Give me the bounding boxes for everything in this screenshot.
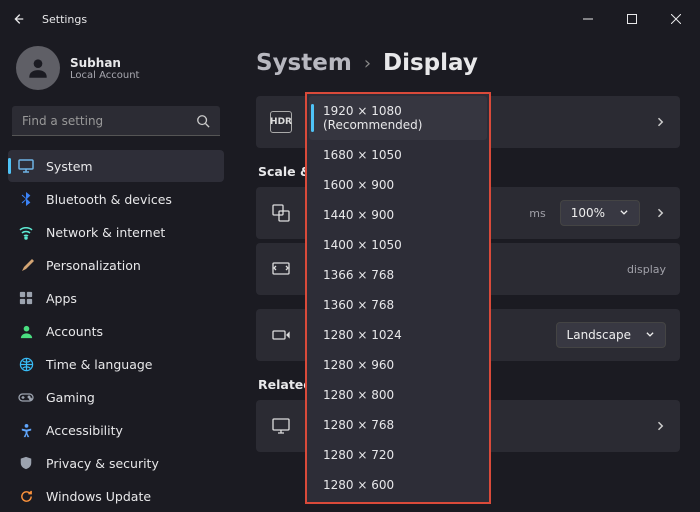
nav-label: Accounts (46, 324, 103, 339)
sidebar: Subhan Local Account System Bluetooth & … (0, 38, 232, 509)
nav-item-update[interactable]: Windows Update (8, 480, 224, 512)
nav-label: Privacy & security (46, 456, 159, 471)
nav-label: Windows Update (46, 489, 151, 504)
hdr-icon: HDR (270, 111, 292, 133)
nav-item-time[interactable]: Time & language (8, 348, 224, 380)
app-title: Settings (42, 13, 87, 26)
orientation-dropdown[interactable]: Landscape (556, 322, 666, 348)
chevron-right-icon: › (364, 53, 371, 74)
nav-label: Gaming (46, 390, 95, 405)
scale-value: 100% (571, 206, 605, 220)
update-icon (18, 488, 34, 504)
nav-label: Personalization (46, 258, 141, 273)
nav-item-apps[interactable]: Apps (8, 282, 224, 314)
nav-label: Accessibility (46, 423, 123, 438)
bluetooth-icon (18, 191, 34, 207)
nav-item-bluetooth[interactable]: Bluetooth & devices (8, 183, 224, 215)
nav: System Bluetooth & devices Network & int… (8, 150, 224, 512)
orientation-icon (270, 324, 292, 346)
resolution-option[interactable]: 1366 × 768 (309, 260, 487, 290)
nav-item-personalization[interactable]: Personalization (8, 249, 224, 281)
resolution-option[interactable]: 1360 × 768 (309, 290, 487, 320)
titlebar-left: Settings (8, 9, 566, 29)
nav-label: Network & internet (46, 225, 165, 240)
nav-item-system[interactable]: System (8, 150, 224, 182)
page-title: Display (383, 50, 478, 76)
apps-icon (18, 290, 34, 306)
resolution-option[interactable]: 1400 × 1050 (309, 230, 487, 260)
resolution-option[interactable]: 1280 × 1024 (309, 320, 487, 350)
resolution-option[interactable]: 1280 × 600 (309, 470, 487, 500)
nav-item-accounts[interactable]: Accounts (8, 315, 224, 347)
minimize-button[interactable] (566, 3, 610, 35)
profile-sub: Local Account (70, 70, 139, 81)
chevron-right-icon (654, 204, 666, 223)
clock-globe-icon (18, 356, 34, 372)
resolution-option[interactable]: 1440 × 900 (309, 200, 487, 230)
nav-label: Apps (46, 291, 77, 306)
nav-label: Bluetooth & devices (46, 192, 172, 207)
monitor-icon (270, 415, 292, 437)
window-controls (566, 3, 698, 35)
maximize-button[interactable] (610, 3, 654, 35)
wifi-icon (18, 224, 34, 240)
search-wrap (12, 106, 220, 136)
chevron-right-icon (654, 113, 666, 132)
scale-icon (270, 202, 292, 224)
orientation-value: Landscape (567, 328, 631, 342)
titlebar: Settings (0, 0, 700, 38)
brush-icon (18, 257, 34, 273)
nav-label: Time & language (46, 357, 152, 372)
resolution-option[interactable]: 1920 × 1080 (Recommended) (309, 96, 487, 140)
nav-item-gaming[interactable]: Gaming (8, 381, 224, 413)
system-icon (18, 158, 34, 174)
resolution-dropdown-popup: 1920 × 1080 (Recommended) 1680 × 1050 16… (305, 92, 491, 504)
close-button[interactable] (654, 3, 698, 35)
profile-name: Subhan (70, 56, 139, 70)
resolution-icon (270, 258, 292, 280)
resolution-option[interactable]: 1600 × 900 (309, 170, 487, 200)
back-button[interactable] (8, 9, 28, 29)
avatar (16, 46, 60, 90)
search-input[interactable] (12, 106, 220, 136)
resolution-option[interactable]: 1280 × 800 (309, 380, 487, 410)
resolution-option[interactable]: 1280 × 768 (309, 410, 487, 440)
search-icon (196, 113, 210, 132)
gaming-icon (18, 389, 34, 405)
breadcrumb: System › Display (256, 50, 680, 76)
accessibility-icon (18, 422, 34, 438)
profile[interactable]: Subhan Local Account (8, 42, 224, 106)
nav-item-accessibility[interactable]: Accessibility (8, 414, 224, 446)
accounts-icon (18, 323, 34, 339)
nav-label: System (46, 159, 93, 174)
crumb-parent[interactable]: System (256, 50, 352, 76)
resolution-option[interactable]: 1680 × 1050 (309, 140, 487, 170)
nav-item-privacy[interactable]: Privacy & security (8, 447, 224, 479)
scale-dropdown[interactable]: 100% (560, 200, 640, 226)
shield-icon (18, 455, 34, 471)
resolution-option[interactable]: 1280 × 960 (309, 350, 487, 380)
chevron-down-icon (645, 328, 655, 342)
chevron-down-icon (619, 206, 629, 220)
resolution-option[interactable]: 1280 × 720 (309, 440, 487, 470)
nav-item-network[interactable]: Network & internet (8, 216, 224, 248)
chevron-right-icon (654, 417, 666, 436)
